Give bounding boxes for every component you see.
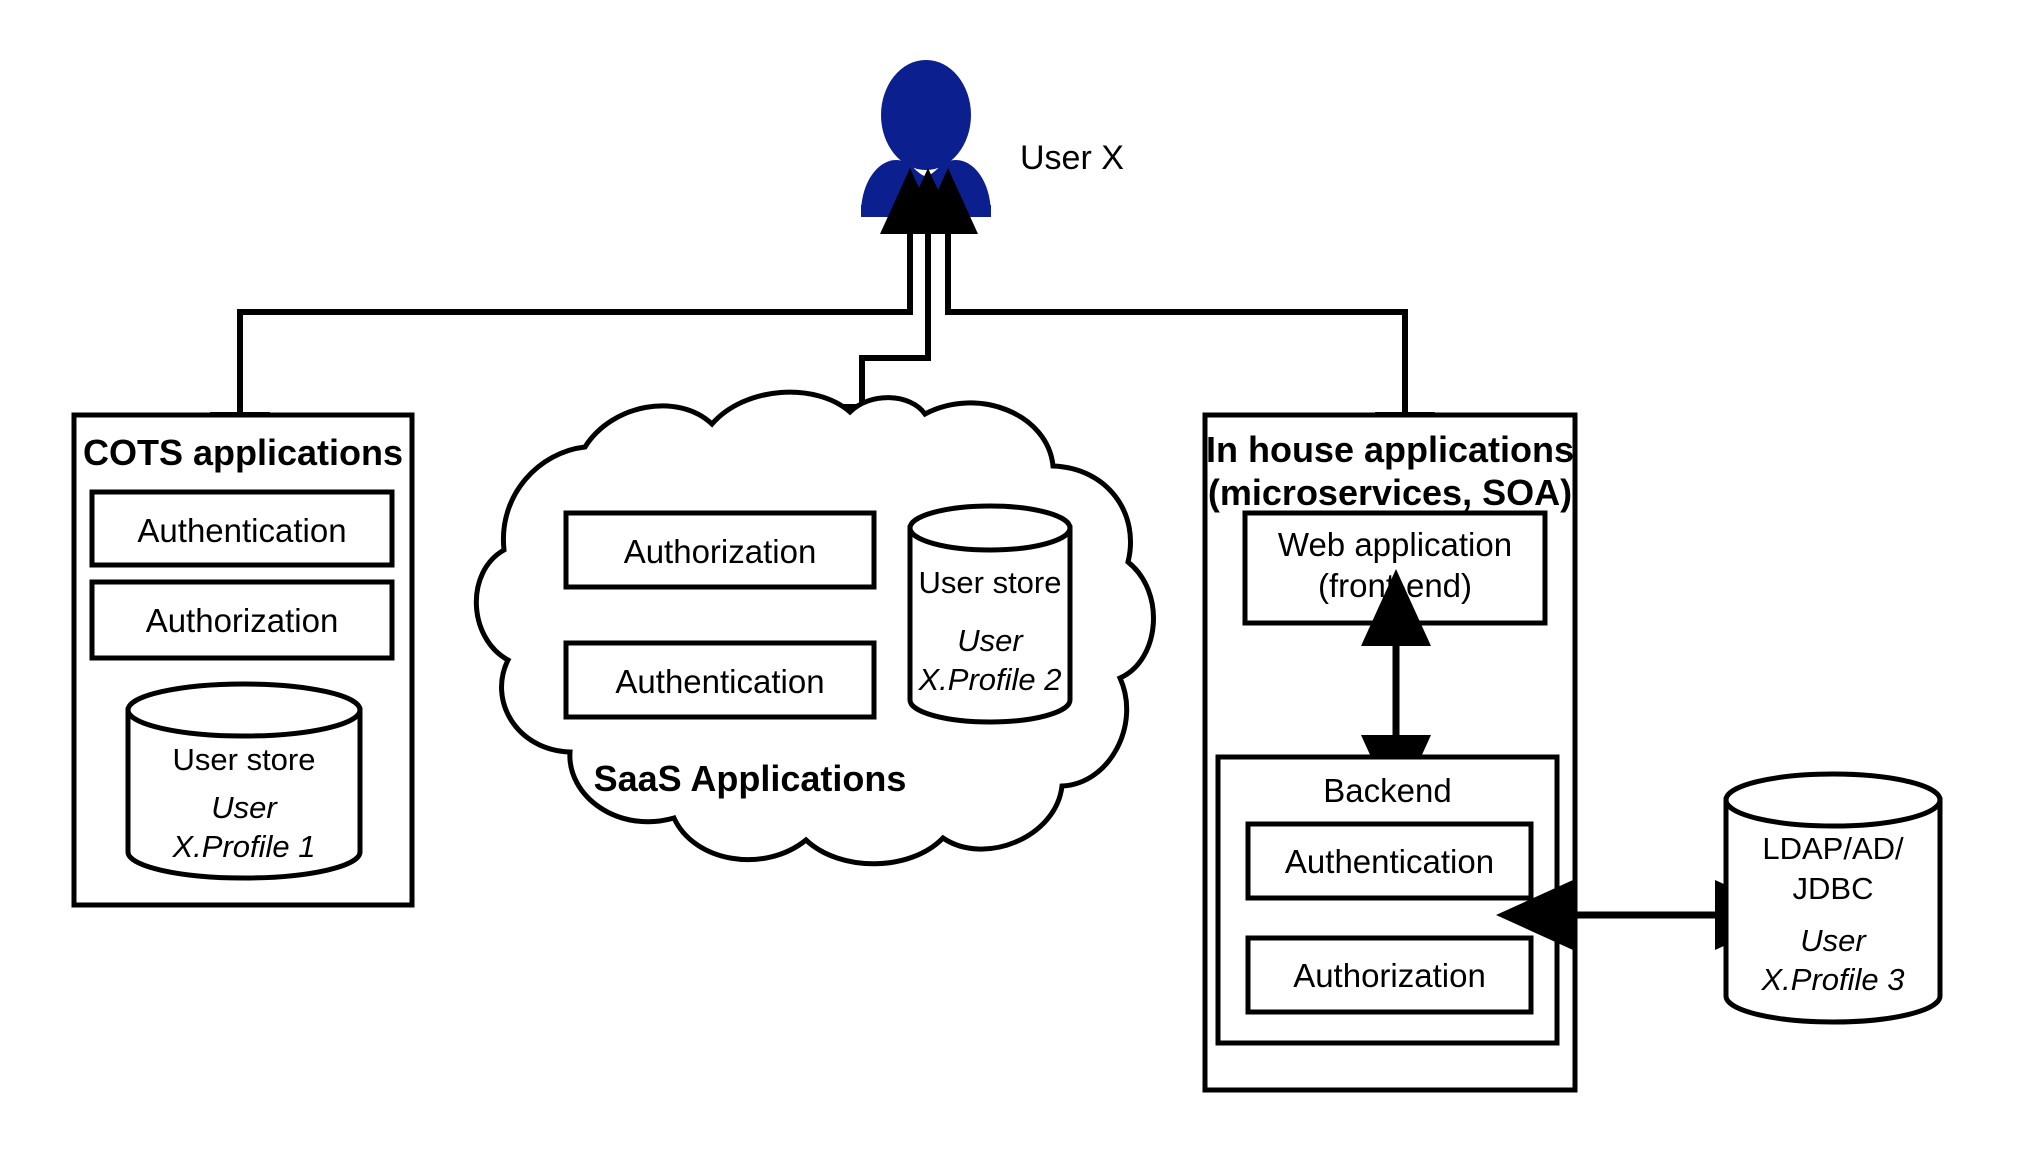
web-application-frontend-box[interactable]: [1242, 510, 1548, 626]
directory-cylinder[interactable]: [1723, 771, 1943, 1025]
backend-authorization-box[interactable]: [1245, 935, 1534, 1015]
cots-authentication-box[interactable]: [89, 489, 395, 568]
saas-authorization-box[interactable]: [563, 510, 877, 590]
connector-inhouse-to-user: [918, 168, 1435, 478]
cots-authorization-box[interactable]: [89, 579, 395, 661]
connector-cots-to-user: [210, 168, 940, 478]
backend-authentication-box[interactable]: [1245, 821, 1534, 901]
saas-user-store-cylinder[interactable]: [907, 503, 1073, 725]
diagram-canvas: User X COTS applications Authentication …: [0, 0, 2025, 1166]
diagram-vector-layer: [71, 60, 1943, 1093]
person-icon: [861, 60, 991, 217]
connector-saas-to-user: [832, 168, 958, 470]
cots-user-store-cylinder[interactable]: [125, 681, 363, 881]
saas-authentication-box[interactable]: [563, 640, 877, 720]
